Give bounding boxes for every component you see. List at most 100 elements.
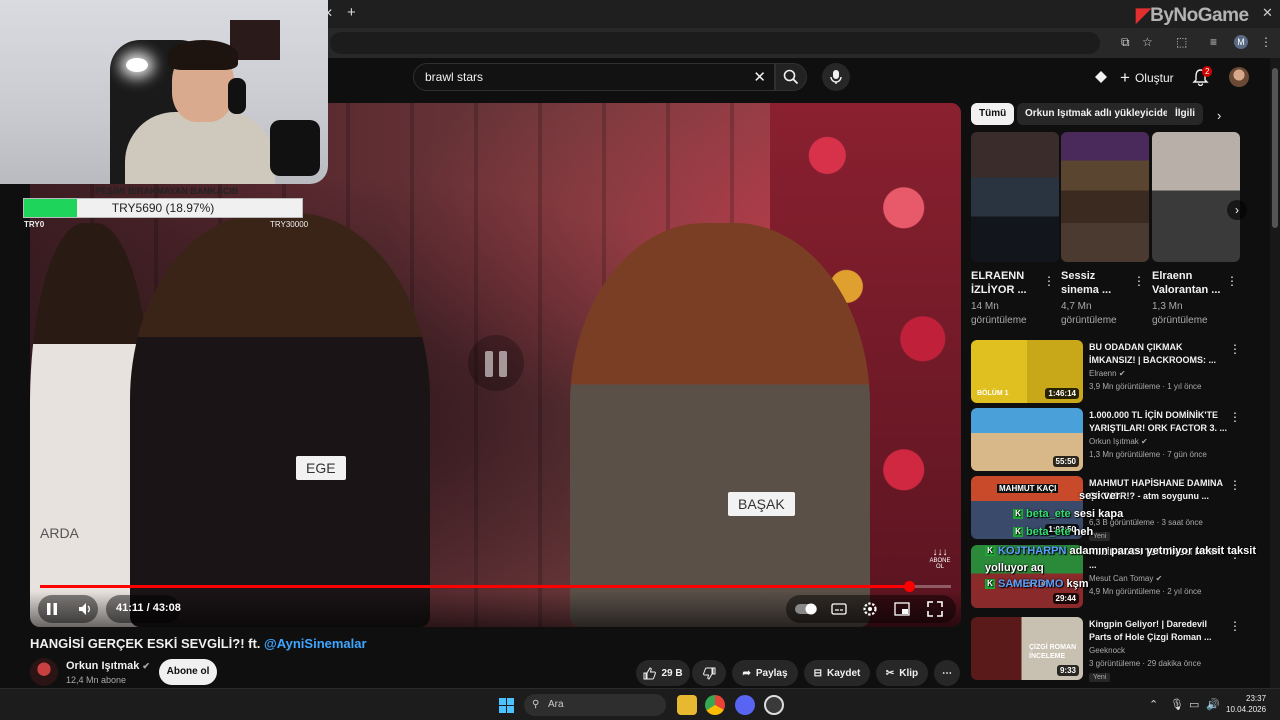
chat-message: Kbeta_ete heh bbox=[1013, 526, 1093, 538]
shelf-next-icon[interactable]: › bbox=[1227, 200, 1247, 220]
recommendation-menu-icon[interactable]: ⋮ bbox=[1229, 619, 1241, 633]
shelf-thumbnail-2[interactable] bbox=[1061, 132, 1149, 262]
search-query: brawl stars bbox=[425, 70, 484, 84]
tray-microphone-icon[interactable]: 🎙 bbox=[1170, 698, 1184, 711]
page-scrollbar[interactable] bbox=[1270, 58, 1280, 688]
recommendation-channel[interactable]: Geeknock bbox=[1089, 646, 1125, 655]
name-tag-basak: BAŞAK bbox=[728, 492, 795, 516]
tray-volume-icon[interactable]: 🔊 bbox=[1206, 698, 1220, 711]
donation-goal-title: PEŞİMİ BIRAKMAYAN BANKACIB bbox=[95, 186, 239, 196]
shelf-menu-icon-1[interactable]: ⋮ bbox=[1043, 274, 1055, 288]
shelf-title-3[interactable]: Elraenn Valorantan ... bbox=[1152, 269, 1222, 297]
bookmark-icon: ⊟ bbox=[813, 667, 823, 679]
autoplay-toggle-icon[interactable] bbox=[795, 603, 817, 615]
chip-all[interactable]: Tümü bbox=[971, 103, 1015, 125]
create-label: Oluştur bbox=[1134, 71, 1174, 85]
save-button[interactable]: ⊟ Kaydet bbox=[804, 660, 870, 686]
pause-overlay-icon[interactable] bbox=[468, 335, 524, 391]
webcam-streamer-body bbox=[125, 112, 275, 184]
clip-label: Klip bbox=[899, 667, 919, 679]
shelf-title-1[interactable]: ELRAENN İZLİYOR ... bbox=[971, 269, 1041, 297]
more-actions-button[interactable]: ⋯ bbox=[934, 660, 960, 686]
channel-name[interactable]: Orkun Işıtmak ✔ bbox=[66, 660, 150, 672]
shelf-views-2: 4,7 Mn görüntüleme bbox=[1061, 301, 1117, 326]
recommendation-thumbnail[interactable]: ÇİZGİ ROMAN İNCELEME 9:33 bbox=[971, 617, 1083, 680]
extensions-icon[interactable]: ⬚ bbox=[1176, 35, 1187, 49]
share-label: Paylaş bbox=[755, 667, 788, 679]
recommendation-thumbnail[interactable]: BÖLÜM 1 1:46:14 bbox=[971, 340, 1083, 403]
chip-related[interactable]: İlgili bbox=[1167, 103, 1203, 125]
shelf-title-2[interactable]: Sessiz sinema ... bbox=[1061, 269, 1131, 297]
chat-message: K SAMERDMO kşm bbox=[985, 578, 1088, 590]
share-button[interactable]: ➦ Paylaş bbox=[732, 660, 798, 686]
like-button[interactable]: 29 B bbox=[636, 660, 690, 686]
fullscreen-icon[interactable] bbox=[927, 601, 943, 617]
media-control-icon[interactable]: ≡ bbox=[1210, 35, 1217, 49]
windows-start-icon[interactable] bbox=[499, 698, 514, 713]
obs-icon[interactable] bbox=[764, 695, 784, 715]
browser-menu-icon[interactable]: ⋮ bbox=[1260, 35, 1272, 49]
recommendation-title[interactable]: BU ODADAN ÇIKMAK İMKANSIZ! | BACKROOMS: … bbox=[1089, 341, 1229, 367]
recommendation-menu-icon[interactable]: ⋮ bbox=[1229, 342, 1241, 356]
chips-next-icon[interactable]: › bbox=[1217, 108, 1221, 123]
subtitles-icon[interactable] bbox=[831, 602, 847, 616]
file-explorer-icon[interactable] bbox=[677, 695, 697, 715]
new-tab-icon[interactable]: + bbox=[347, 4, 356, 21]
recommendation-item[interactable]: 55:50 1.000.000 TL İÇİN DOMİNİK'TE YARIŞ… bbox=[971, 408, 1261, 472]
miniplayer-icon[interactable] bbox=[894, 602, 910, 616]
shelf-menu-icon-3[interactable]: ⋮ bbox=[1226, 274, 1238, 288]
volume-icon[interactable] bbox=[78, 602, 92, 616]
sponsor-icon[interactable] bbox=[1092, 68, 1110, 86]
cast-icon[interactable]: ⧉ bbox=[1121, 35, 1130, 50]
like-count: 29 B bbox=[661, 667, 683, 679]
recommendation-channel[interactable]: Elraenn ✔ bbox=[1089, 369, 1126, 378]
voice-search-button[interactable] bbox=[822, 63, 850, 91]
taskbar-clock[interactable]: 23:37 10.04.2026 bbox=[1226, 693, 1266, 715]
video-title-text: HANGİSİ GERÇEK ESKİ SEVGİLİ?! ft. bbox=[30, 636, 261, 651]
webcam-streamer-hair bbox=[168, 40, 238, 70]
settings-gear-icon[interactable] bbox=[862, 601, 878, 617]
chat-message: K KOJTHARPN adamın parası yetmiyor taksit… bbox=[985, 545, 1256, 574]
taskbar-search[interactable]: ⚲ Ara bbox=[524, 694, 666, 716]
channel-avatar[interactable] bbox=[30, 658, 58, 686]
search-button[interactable] bbox=[775, 63, 807, 91]
scrollbar-thumb[interactable] bbox=[1272, 68, 1278, 228]
browser-profile-avatar[interactable]: M bbox=[1234, 35, 1248, 49]
recommendation-title[interactable]: 1.000.000 TL İÇİN DOMİNİK'TE YARIŞTILAR!… bbox=[1089, 409, 1229, 435]
recommendation-thumbnail[interactable]: 55:50 bbox=[971, 408, 1083, 471]
recommendation-item[interactable]: BÖLÜM 1 1:46:14 BU ODADAN ÇIKMAK İMKANSI… bbox=[971, 340, 1261, 404]
search-input[interactable]: brawl stars ✕ bbox=[413, 63, 775, 91]
shelf-thumbnail-1[interactable] bbox=[971, 132, 1059, 262]
recommendation-channel[interactable]: Orkun Işıtmak ✔ bbox=[1089, 437, 1148, 446]
clip-button[interactable]: ✂ Klip bbox=[876, 660, 928, 686]
notification-count-badge: 2 bbox=[1202, 66, 1213, 77]
microphone-icon bbox=[830, 70, 842, 84]
shelf-thumbnail-3[interactable] bbox=[1152, 132, 1240, 262]
progress-bar[interactable] bbox=[40, 581, 951, 592]
video-person-right bbox=[570, 223, 870, 627]
subscribe-watermark[interactable]: ↓↓↓ ABONE OL bbox=[927, 547, 953, 573]
recommendation-item[interactable]: ÇİZGİ ROMAN İNCELEME 9:33 Kingpin Geliyo… bbox=[971, 617, 1261, 682]
clear-search-icon[interactable]: ✕ bbox=[753, 68, 766, 86]
shelf-views-1: 14 Mn görüntüleme bbox=[971, 301, 1027, 326]
create-button[interactable]: + Oluştur bbox=[1120, 66, 1174, 90]
discord-icon[interactable] bbox=[735, 695, 755, 715]
pause-icon[interactable] bbox=[45, 602, 59, 616]
dislike-button[interactable] bbox=[692, 660, 726, 686]
tray-chevron-icon[interactable]: ⌃ bbox=[1149, 698, 1158, 711]
address-bar[interactable] bbox=[330, 32, 1100, 54]
share-icon: ➦ bbox=[742, 667, 751, 679]
recommendation-menu-icon[interactable]: ⋮ bbox=[1229, 478, 1241, 492]
video-title-mention-link[interactable]: @AyniSinemalar bbox=[264, 636, 367, 651]
donation-goal-bar: TRY5690 (18.97%) bbox=[23, 198, 303, 218]
recommendation-menu-icon[interactable]: ⋮ bbox=[1229, 410, 1241, 424]
shelf-menu-icon-2[interactable]: ⋮ bbox=[1133, 274, 1145, 288]
account-avatar[interactable] bbox=[1229, 67, 1249, 87]
bookmark-star-icon[interactable]: ☆ bbox=[1142, 35, 1153, 49]
window-close-icon[interactable]: ✕ bbox=[1262, 5, 1273, 21]
chrome-icon[interactable] bbox=[705, 695, 725, 715]
chip-from-uploader[interactable]: Orkun Işıtmak adlı yükleyiciden bbox=[1017, 103, 1183, 125]
recommendation-title[interactable]: Kingpin Geliyor! | Daredevil Parts of Ho… bbox=[1089, 618, 1229, 644]
subscribe-button[interactable]: Abone ol bbox=[159, 659, 217, 685]
tray-display-icon[interactable]: ▭ bbox=[1189, 698, 1199, 711]
